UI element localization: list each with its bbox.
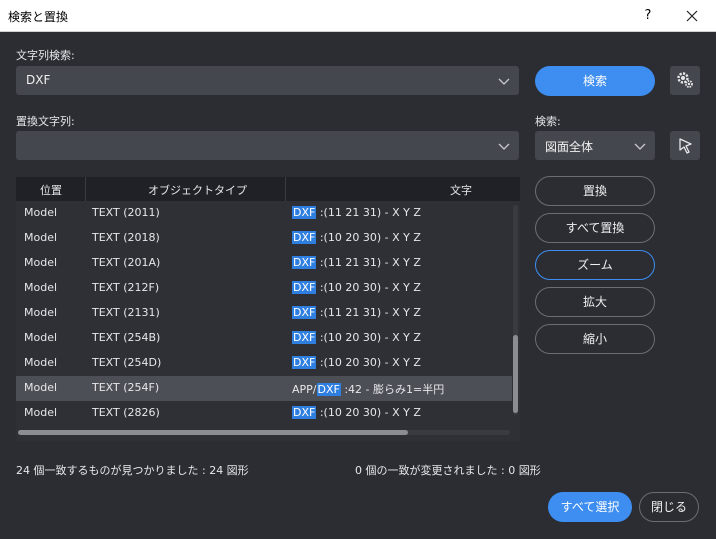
settings-button[interactable] xyxy=(670,66,700,95)
close-button[interactable] xyxy=(680,4,704,28)
help-button[interactable]: ? xyxy=(636,4,660,28)
table-row[interactable]: Model TEXT (2011) DXF :(11 21 31) - X Y Z xyxy=(16,201,512,226)
table-row[interactable]: Model TEXT (2826) DXF :(10 20 30) - X Y Z xyxy=(16,401,512,426)
table-row[interactable]: Model TEXT (254B) DXF :(10 20 30) - X Y Z xyxy=(16,326,512,351)
row-text-suffix: :(10 20 30) - X Y Z xyxy=(316,331,421,344)
vertical-scrollbar[interactable] xyxy=(513,205,518,415)
find-value: DXF xyxy=(26,73,51,87)
row-text-match: DXF xyxy=(292,406,317,419)
pick-objects-button[interactable] xyxy=(670,131,700,160)
find-label: 文字列検索: xyxy=(16,49,75,62)
row-location: Model xyxy=(24,281,58,294)
table-header: 位置 オブジェクトタイプ 文字 xyxy=(16,177,520,201)
row-text-suffix: :42 - 膨らみ1=半円 xyxy=(340,383,445,396)
scope-select[interactable]: 図面全体 xyxy=(535,131,655,160)
row-location: Model xyxy=(24,381,58,394)
column-divider xyxy=(285,177,286,201)
row-object-type: TEXT (201A) xyxy=(92,256,161,269)
close-icon xyxy=(686,10,698,22)
replace-combo[interactable] xyxy=(16,131,519,160)
row-text: DXF :(10 20 30) - X Y Z xyxy=(292,281,421,294)
replace-button[interactable]: 置換 xyxy=(535,176,655,206)
replace-all-button[interactable]: すべて置換 xyxy=(535,213,655,243)
select-all-button[interactable]: すべて選択 xyxy=(548,492,632,522)
find-combo[interactable]: DXF xyxy=(16,66,519,95)
scope-label: 検索: xyxy=(535,115,561,128)
column-header-location[interactable]: 位置 xyxy=(40,182,62,198)
horizontal-scroll-thumb[interactable] xyxy=(18,430,408,435)
row-text: DXF :(10 20 30) - X Y Z xyxy=(292,231,421,244)
row-text-suffix: :(10 20 30) - X Y Z xyxy=(316,281,421,294)
row-location: Model xyxy=(24,306,58,319)
results-table: 位置 オブジェクトタイプ 文字 Model TEXT (2011) DXF :(11… xyxy=(16,177,520,441)
row-text: DXF :(11 21 31) - X Y Z xyxy=(292,306,421,319)
table-row[interactable]: Model TEXT (2018) DXF :(10 20 30) - X Y Z xyxy=(16,226,512,251)
column-divider xyxy=(85,177,86,201)
search-button[interactable]: 検索 xyxy=(535,66,655,96)
title-bar: 検索と置換 ? xyxy=(0,0,716,32)
row-location: Model xyxy=(24,356,58,369)
table-row[interactable]: Model TEXT (2131) DXF :(11 21 31) - X Y Z xyxy=(16,301,512,326)
zoom-out-button[interactable]: 縮小 xyxy=(535,324,655,354)
row-text-match: DXF xyxy=(292,331,317,344)
vertical-scroll-thumb[interactable] xyxy=(513,335,518,413)
chevron-down-icon xyxy=(498,143,510,150)
row-location: Model xyxy=(24,256,58,269)
row-object-type: TEXT (2826) xyxy=(92,406,160,419)
horizontal-scrollbar[interactable] xyxy=(18,430,510,435)
row-location: Model xyxy=(24,231,58,244)
zoom-button[interactable]: ズーム xyxy=(535,250,655,280)
row-text-suffix: :(10 20 30) - X Y Z xyxy=(316,406,421,419)
row-text-suffix: :(10 20 30) - X Y Z xyxy=(316,231,421,244)
row-text: DXF :(10 20 30) - X Y Z xyxy=(292,406,421,419)
row-text: APP/DXF :42 - 膨らみ1=半円 xyxy=(292,381,444,397)
row-object-type: TEXT (254B) xyxy=(92,331,161,344)
row-text: DXF :(10 20 30) - X Y Z xyxy=(292,331,421,344)
scope-value: 図面全体 xyxy=(545,140,594,154)
row-text-match: DXF xyxy=(292,306,317,319)
row-text-match: DXF xyxy=(292,281,317,294)
row-object-type: TEXT (2131) xyxy=(92,306,160,319)
row-object-type: TEXT (254F) xyxy=(92,381,160,394)
row-text-match: DXF xyxy=(292,206,317,219)
row-text: DXF :(11 21 31) - X Y Z xyxy=(292,206,421,219)
row-text-suffix: :(11 21 31) - X Y Z xyxy=(316,306,421,319)
gear-icon xyxy=(677,72,693,88)
row-text: DXF :(10 20 30) - X Y Z xyxy=(292,356,421,369)
close-dialog-button[interactable]: 閉じる xyxy=(639,492,699,522)
row-location: Model xyxy=(24,406,58,419)
replace-label: 置換文字列: xyxy=(16,115,75,128)
row-location: Model xyxy=(24,206,58,219)
row-text-match: DXF xyxy=(316,383,341,396)
row-text-match: DXF xyxy=(292,231,317,244)
chevron-down-icon xyxy=(634,143,646,150)
row-text-suffix: :(10 20 30) - X Y Z xyxy=(316,356,421,369)
row-text-prefix: APP/ xyxy=(292,383,317,396)
row-text-suffix: :(11 21 31) - X Y Z xyxy=(316,256,421,269)
chevron-down-icon xyxy=(498,78,510,85)
cursor-arrow-icon xyxy=(679,138,692,154)
table-row[interactable]: Model TEXT (254F) APP/DXF :42 - 膨らみ1=半円 xyxy=(16,376,512,401)
row-text-match: DXF xyxy=(292,356,317,369)
row-text: DXF :(11 21 31) - X Y Z xyxy=(292,256,421,269)
row-object-type: TEXT (254D) xyxy=(92,356,162,369)
found-status: 24 個一致するものが見つかりました : 24 図形 xyxy=(16,464,249,477)
zoom-in-button[interactable]: 拡大 xyxy=(535,287,655,317)
row-object-type: TEXT (2018) xyxy=(92,231,160,244)
table-row[interactable]: Model TEXT (212F) DXF :(10 20 30) - X Y Z xyxy=(16,276,512,301)
column-header-object-type[interactable]: オブジェクトタイプ xyxy=(148,182,247,198)
changed-status: 0 個の一致が変更されました : 0 図形 xyxy=(355,464,541,477)
row-object-type: TEXT (2011) xyxy=(92,206,160,219)
row-location: Model xyxy=(24,331,58,344)
row-text-match: DXF xyxy=(292,256,317,269)
row-text-suffix: :(11 21 31) - X Y Z xyxy=(316,206,421,219)
window-title: 検索と置換 xyxy=(8,10,69,24)
column-header-text[interactable]: 文字 xyxy=(450,182,472,198)
table-row[interactable]: Model TEXT (254D) DXF :(10 20 30) - X Y Z xyxy=(16,351,512,376)
table-row[interactable]: Model TEXT (201A) DXF :(11 21 31) - X Y Z xyxy=(16,251,512,276)
row-object-type: TEXT (212F) xyxy=(92,281,160,294)
